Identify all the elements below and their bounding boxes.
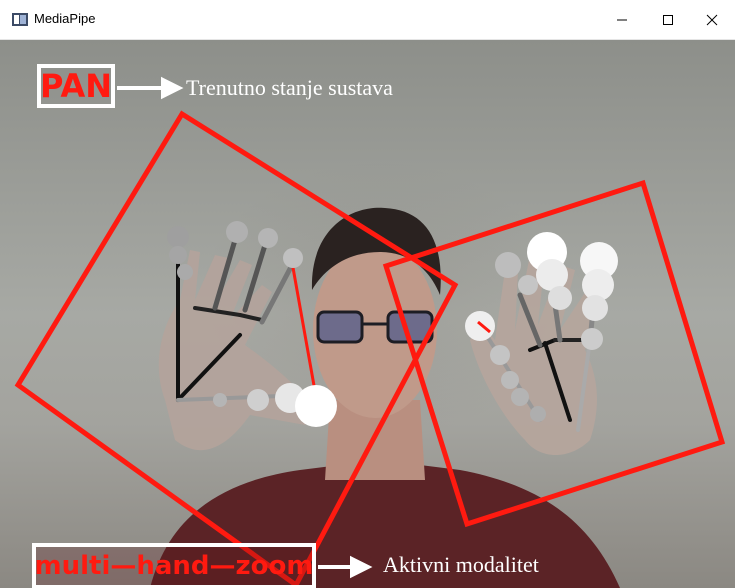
window-app-icon <box>12 13 28 26</box>
minimize-icon <box>617 19 627 21</box>
maximize-icon <box>663 15 673 25</box>
active-modality-caption: Aktivni modalitet <box>383 552 539 577</box>
state-arrow <box>117 76 184 100</box>
maximize-button[interactable] <box>645 0 691 40</box>
title-bar[interactable]: MediaPipe <box>0 0 735 40</box>
system-state-caption: Trenutno stanje sustava <box>186 75 393 100</box>
camera-feed: PAN Trenutno stanje sustava multi—hand—z… <box>0 40 735 588</box>
system-state-label: PAN <box>39 67 113 105</box>
window-title: MediaPipe <box>34 11 96 26</box>
camera-scene <box>14 76 726 588</box>
close-button[interactable] <box>689 0 735 40</box>
system-state-box: PAN <box>37 64 115 108</box>
minimize-button[interactable] <box>599 0 645 40</box>
left-hand <box>158 250 315 451</box>
active-modality-label: multi—hand—zoom <box>34 551 314 581</box>
active-modality-box: multi—hand—zoom <box>32 543 316 588</box>
close-icon <box>706 14 718 26</box>
